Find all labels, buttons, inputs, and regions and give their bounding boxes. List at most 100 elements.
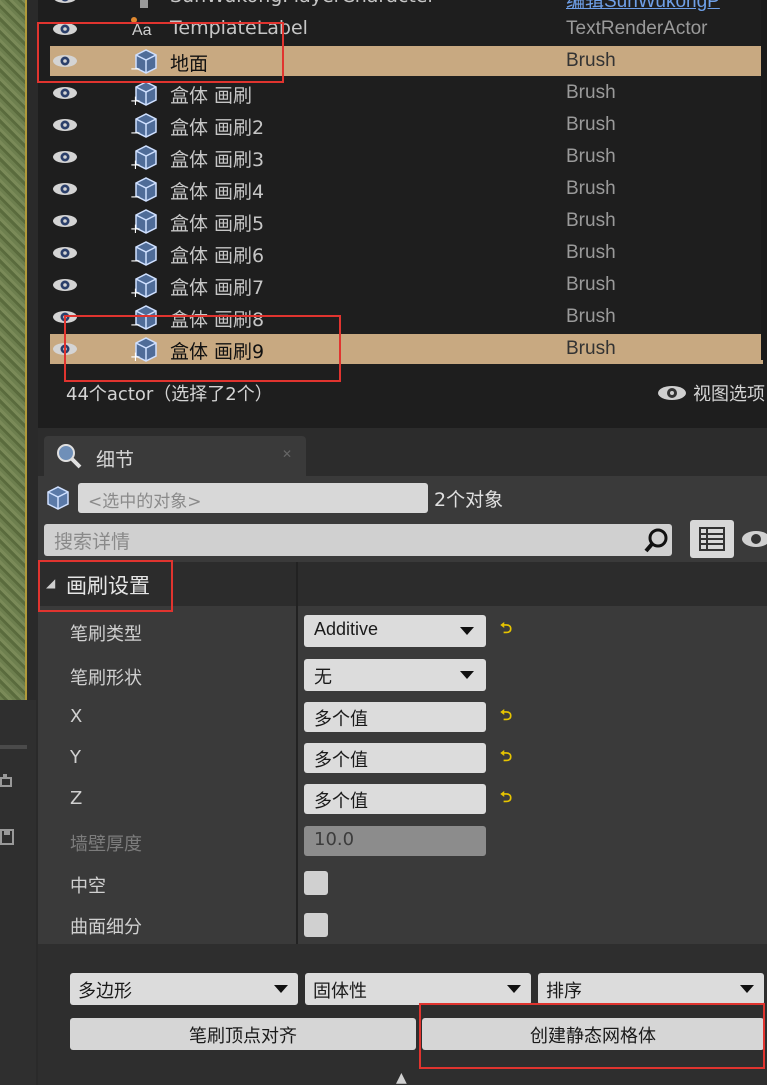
outliner-row[interactable]: + 盒体 画刷3 Brush — [50, 142, 763, 172]
visibility-eye-icon[interactable] — [52, 85, 78, 101]
outliner-row[interactable]: − 盒体 画刷4 Brush — [50, 174, 763, 204]
solidity-dropdown[interactable]: 固体性 — [305, 973, 531, 1005]
outliner-row-name: 盒体 画刷 — [170, 85, 253, 107]
z-field[interactable]: 多个值 — [304, 784, 486, 814]
outliner-row-type: TextRenderActor — [566, 18, 708, 39]
visibility-eye-icon[interactable] — [52, 21, 78, 37]
x-field[interactable]: 多个值 — [304, 702, 486, 732]
brush-settings-section[interactable]: ◢ 画刷设置 — [38, 562, 767, 606]
search-icon[interactable] — [644, 528, 670, 554]
search-details-input[interactable]: 搜索详情 — [44, 524, 672, 556]
outliner-row-name: TemplateLabel — [170, 17, 308, 39]
outliner-scrollbar[interactable] — [761, 0, 767, 360]
svg-text:−: − — [130, 126, 141, 138]
brush-type-label: 笔刷类型 — [70, 624, 142, 645]
outliner-row[interactable]: + 盒体 画刷 Brush — [50, 78, 763, 108]
outliner-row-name: 盒体 画刷9 — [170, 341, 265, 363]
brush-cube-icon: + — [130, 145, 157, 170]
brush-cube-icon: − — [130, 305, 157, 330]
align-brush-vertices-button[interactable]: 笔刷顶点对齐 — [70, 1018, 416, 1050]
outliner-row-type: Brush — [566, 306, 616, 327]
tab-details[interactable]: 细节 ✕ — [44, 436, 306, 476]
view-options-button[interactable]: 视图选项 — [657, 380, 765, 406]
outliner-row[interactable]: + 盒体 画刷7 Brush — [50, 270, 763, 300]
chevron-down-icon — [274, 985, 288, 993]
outliner-row-type: Brush — [566, 274, 616, 295]
outliner-row[interactable]: Aa TemplateLabel TextRenderActor — [50, 14, 763, 44]
visibility-eye-icon[interactable] — [52, 213, 78, 229]
brush-cube-icon: − — [130, 49, 157, 74]
visibility-eye-icon[interactable] — [52, 309, 78, 325]
visibility-eye-icon[interactable] — [52, 277, 78, 293]
reset-to-default-icon[interactable]: ⮌ — [500, 746, 512, 771]
visibility-eye-icon[interactable] — [52, 53, 78, 69]
brush-shape-dropdown[interactable]: 无 — [304, 659, 486, 691]
character-icon — [140, 0, 148, 8]
column-divider[interactable] — [296, 562, 298, 944]
tessellated-checkbox[interactable] — [304, 913, 328, 937]
outliner-row[interactable]: − 盒体 画刷8 Brush — [50, 302, 763, 332]
outliner-row-type: Brush — [566, 210, 616, 231]
order-dropdown[interactable]: 排序 — [538, 973, 764, 1005]
reset-to-default-icon[interactable]: ⮌ — [500, 618, 512, 643]
outliner-row-type: Brush — [566, 338, 616, 359]
svg-text:Aa: Aa — [132, 22, 152, 39]
outliner-row-type: Brush — [566, 242, 616, 263]
outliner-row-type: Brush — [566, 146, 616, 167]
y-field[interactable]: 多个值 — [304, 743, 486, 773]
outliner-row-type: Brush — [566, 82, 616, 103]
chevron-down-icon — [460, 627, 474, 635]
visibility-eye-icon[interactable] — [52, 117, 78, 133]
eye-icon[interactable] — [738, 528, 767, 550]
outliner-row-name: 盒体 画刷4 — [170, 181, 265, 203]
hollow-label: 中空 — [70, 876, 106, 897]
brush-cube-icon: − — [130, 241, 157, 266]
brush-cube-icon — [47, 486, 69, 510]
outliner-row-type: Brush — [566, 114, 616, 135]
magnifier-icon — [57, 444, 82, 469]
polygons-label: 多边形 — [78, 981, 132, 1002]
property-matrix-button[interactable] — [690, 520, 734, 558]
visibility-eye-icon[interactable] — [52, 149, 78, 165]
outliner-row[interactable]: SunWukongPlayerCharacter 编辑SunWukongP — [50, 0, 763, 12]
toolbar-icon[interactable] — [0, 772, 14, 790]
left-toolbar-divider — [0, 745, 27, 749]
polygons-dropdown[interactable]: 多边形 — [70, 973, 298, 1005]
visibility-eye-icon[interactable] — [52, 0, 78, 5]
outliner-row-name: 盒体 画刷2 — [170, 117, 265, 139]
brush-type-value: Additive — [314, 619, 379, 639]
outliner-row[interactable]: + 盒体 画刷5 Brush — [50, 206, 763, 236]
outliner-row-name: 地面 — [170, 53, 209, 75]
visibility-eye-icon[interactable] — [52, 181, 78, 197]
z-label: Z — [70, 788, 83, 809]
close-icon[interactable]: ✕ — [282, 447, 292, 461]
visibility-eye-icon[interactable] — [52, 245, 78, 261]
outliner-row[interactable]: + 盒体 画刷9 Brush — [50, 334, 763, 364]
brush-type-dropdown[interactable]: Additive — [304, 615, 486, 647]
svg-text:+: + — [130, 158, 141, 170]
svg-text:+: + — [130, 350, 141, 362]
chevron-down-icon — [507, 985, 521, 993]
details-body: <选中的对象> 2个对象 搜索详情 ◢ 画刷设置 笔刷类型 Additive ⮌… — [38, 476, 767, 1085]
brush-cube-icon: − — [130, 177, 157, 202]
hollow-checkbox[interactable] — [304, 871, 328, 895]
reset-to-default-icon[interactable]: ⮌ — [500, 787, 512, 812]
selected-objects-field[interactable]: <选中的对象> — [78, 483, 428, 513]
create-static-mesh-button[interactable]: 创建静态网格体 — [422, 1018, 764, 1050]
outliner-row-type[interactable]: 编辑SunWukongP — [566, 0, 720, 13]
outliner-row[interactable]: − 盒体 画刷6 Brush — [50, 238, 763, 268]
save-icon[interactable] — [0, 828, 14, 846]
outliner-row-type: Brush — [566, 178, 616, 199]
viewport-fragment[interactable] — [0, 0, 27, 700]
reset-to-default-icon[interactable]: ⮌ — [500, 705, 512, 730]
outliner-row[interactable]: − 地面 Brush — [50, 46, 763, 76]
outliner-row[interactable]: − 盒体 画刷2 Brush — [50, 110, 763, 140]
outliner-row-name: 盒体 画刷6 — [170, 245, 265, 267]
brush-cube-icon: + — [130, 209, 157, 234]
wall-thickness-label: 墙壁厚度 — [70, 834, 142, 855]
collapse-triangle-icon[interactable]: ◢ — [46, 576, 55, 590]
svg-text:−: − — [130, 318, 141, 330]
collapse-up-icon[interactable]: ▲ — [396, 1070, 407, 1085]
visibility-eye-icon[interactable] — [52, 341, 78, 357]
svg-text:−: − — [130, 254, 141, 266]
